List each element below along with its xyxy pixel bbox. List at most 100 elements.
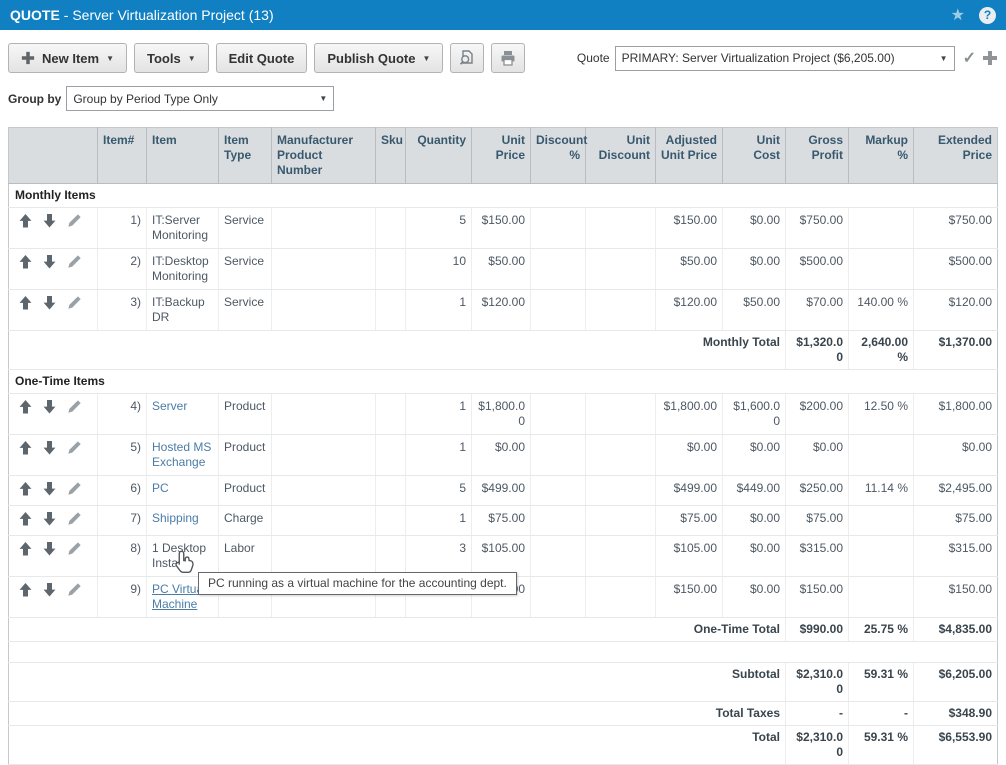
cell-extended-price: $315.00 [914,536,998,577]
cell-mfr-product-number [272,435,376,476]
cell-unit-cost: $0.00 [723,249,786,290]
move-down-arrow-icon[interactable] [43,400,56,418]
cell-item-type: Product [219,435,272,476]
cell-unit-price: $75.00 [472,506,531,536]
move-down-arrow-icon[interactable] [43,214,56,232]
cell-extended-price: $348.90 [914,702,998,726]
groupby-select[interactable]: Group by Period Type Only ▼ [66,86,334,111]
cell-mfr-product-number [272,476,376,506]
cell-gross-profit: $500.00 [786,249,849,290]
summary-total-label: Total [9,726,786,765]
move-up-arrow-icon[interactable] [19,512,32,530]
tools-button[interactable]: Tools ▼ [134,43,209,73]
cell-item-num: 3) [98,290,147,331]
edit-pencil-icon[interactable] [67,582,82,601]
cell-adjusted-unit-price: $150.00 [656,208,723,249]
move-up-arrow-icon[interactable] [19,441,32,459]
item-link[interactable]: PC [152,481,169,495]
edit-pencil-icon[interactable] [67,511,82,530]
quote-items-grid: Item# Item Item Type Manufacturer Produc… [8,127,998,765]
cell-adjusted-unit-price: $150.00 [656,577,723,618]
cell-discount-pct [531,506,586,536]
edit-pencil-icon[interactable] [67,254,82,273]
edit-pencil-icon[interactable] [67,440,82,459]
move-up-arrow-icon[interactable] [19,296,32,314]
move-down-arrow-icon[interactable] [43,583,56,601]
cell-extended-price: $0.00 [914,435,998,476]
item-link[interactable]: Server [152,399,187,413]
group-total-label: Monthly Total [9,331,786,370]
move-down-arrow-icon[interactable] [43,542,56,560]
move-down-arrow-icon[interactable] [43,296,56,314]
cell-item-num: 8) [98,536,147,577]
cell-markup-pct: 2,640.00 % [849,331,914,370]
preview-quote-button[interactable] [450,43,484,73]
move-down-arrow-icon[interactable] [43,255,56,273]
cell-unit-cost: $449.00 [723,476,786,506]
cell-unit-cost: $1,600.00 [723,394,786,435]
accept-check-icon[interactable]: ✓ [963,48,976,68]
cell-item-type: Charge [219,506,272,536]
cell-gross-profit: $1,320.00 [786,331,849,370]
item-description-tooltip: PC running as a virtual machine for the … [198,572,517,595]
cell-quantity: 1 [406,394,472,435]
move-down-arrow-icon[interactable] [43,441,56,459]
cell-unit-discount [586,536,656,577]
move-up-arrow-icon[interactable] [19,482,32,500]
group-header-row: One-Time Items [9,370,998,394]
cell-item: Hosted MS Exchange [147,435,219,476]
new-item-button[interactable]: New Item ▼ [8,43,127,73]
quote-select[interactable]: PRIMARY: Server Virtualization Project (… [615,46,955,71]
cell-unit-discount [586,476,656,506]
hand-cursor-icon [170,549,198,584]
cell-extended-price: $500.00 [914,249,998,290]
move-down-arrow-icon[interactable] [43,482,56,500]
item-link[interactable]: Hosted MS Exchange [152,440,211,469]
add-quote-icon[interactable] [982,50,998,66]
tools-label: Tools [147,51,181,66]
move-up-arrow-icon[interactable] [19,583,32,601]
quote-table-body: Monthly Items1)IT:Server MonitoringServi… [9,184,998,765]
item-link[interactable]: Shipping [152,511,199,525]
cell-unit-price: $499.00 [472,476,531,506]
edit-pencil-icon[interactable] [67,295,82,314]
document-preview-icon [458,49,476,67]
help-icon[interactable]: ? [979,7,996,24]
cell-discount-pct [531,435,586,476]
group-label: One-Time Items [9,370,998,394]
cell-controls [9,290,98,331]
cell-controls [9,577,98,618]
favorite-star-icon[interactable]: ★ [951,5,965,25]
cell-controls [9,506,98,536]
edit-pencil-icon[interactable] [67,399,82,418]
cell-controls [9,435,98,476]
print-button[interactable] [491,43,525,73]
edit-pencil-icon[interactable] [67,213,82,232]
cell-unit-price: $0.00 [472,435,531,476]
chevron-down-icon: ▼ [188,54,196,63]
edit-quote-button[interactable]: Edit Quote [216,43,308,73]
summary-total-row: Total$2,310.0059.31 %$6,553.90 [9,726,998,765]
col-header-markup-pct: Markup % [849,128,914,184]
cell-sku [376,476,406,506]
summary-total-taxes-row: Total Taxes--$348.90 [9,702,998,726]
cell-unit-cost: $0.00 [723,208,786,249]
col-header-adjusted-unit-price: Adjusted Unit Price [656,128,723,184]
cell-markup-pct [849,208,914,249]
move-up-arrow-icon[interactable] [19,400,32,418]
move-up-arrow-icon[interactable] [19,214,32,232]
chevron-down-icon: ▼ [319,94,327,103]
edit-pencil-icon[interactable] [67,541,82,560]
publish-quote-button[interactable]: Publish Quote ▼ [314,43,443,73]
cell-sku [376,506,406,536]
cell-adjusted-unit-price: $75.00 [656,506,723,536]
move-up-arrow-icon[interactable] [19,542,32,560]
printer-icon [499,49,517,67]
move-up-arrow-icon[interactable] [19,255,32,273]
col-header-item-num: Item# [98,128,147,184]
edit-pencil-icon[interactable] [67,481,82,500]
summary-total-taxes-label: Total Taxes [9,702,786,726]
cell-adjusted-unit-price: $1,800.00 [656,394,723,435]
move-down-arrow-icon[interactable] [43,512,56,530]
cell-extended-price: $120.00 [914,290,998,331]
